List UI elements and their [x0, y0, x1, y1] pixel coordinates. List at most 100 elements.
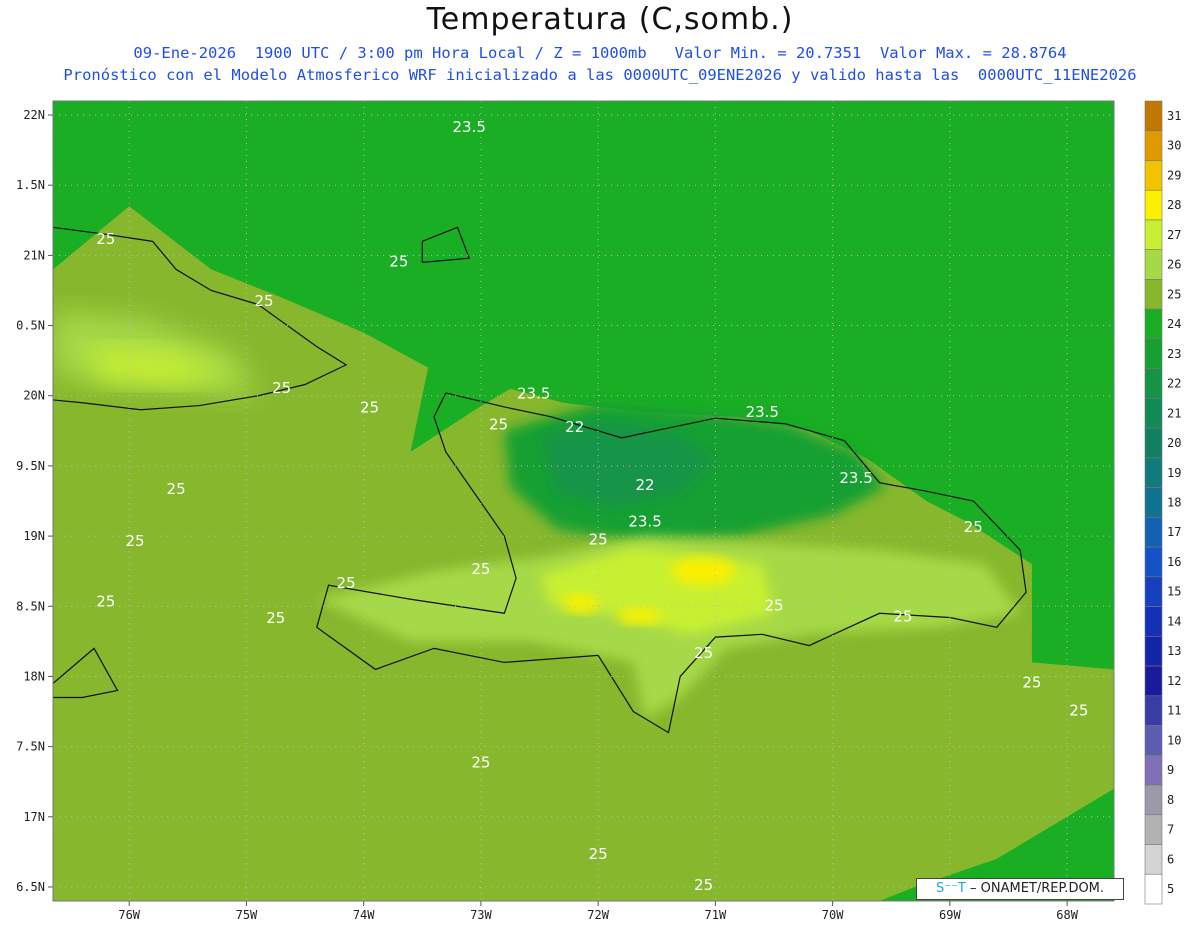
- x-tick-label: 76W: [118, 908, 140, 922]
- colorbar-label: 18: [1167, 496, 1181, 510]
- contour-label: 25: [489, 415, 508, 433]
- y-tick-label: 18N: [23, 669, 45, 683]
- contour-label: 25: [254, 292, 273, 310]
- contour-label: 25: [1022, 674, 1041, 692]
- y-tick-label: 21N: [23, 248, 45, 262]
- contour-label: 25: [893, 608, 912, 626]
- x-tick-label: 73W: [470, 908, 492, 922]
- colorbar-label: 9: [1167, 763, 1174, 777]
- colorbar-label: 10: [1167, 733, 1181, 747]
- field-region-28-c: [617, 608, 662, 625]
- colorbar-swatch: [1144, 338, 1163, 369]
- x-tick-label: 75W: [236, 908, 258, 922]
- x-tick-label: 74W: [353, 908, 375, 922]
- y-tick-label: 7.5N: [16, 740, 45, 754]
- contour-label: 25: [764, 596, 783, 614]
- contour-label: 25: [471, 560, 490, 578]
- colorbar-swatch: [1144, 427, 1163, 459]
- credit-text: – ONAMET/REP.DOM.: [970, 881, 1105, 896]
- colorbar-label: 23: [1167, 347, 1181, 361]
- colorbar-label: 15: [1167, 585, 1181, 599]
- contour-label: 25: [1069, 702, 1088, 720]
- colorbar-swatch: [1144, 844, 1163, 875]
- contour-label: 25: [96, 230, 115, 248]
- colorbar-label: 22: [1167, 377, 1181, 391]
- temperature-map: 23.5 25 25 25 25 25 23.5 25 22 23.5 22 23.5 25 25 23.5…: [16, 100, 1181, 922]
- colorbar-swatch: [1144, 636, 1163, 667]
- colorbar-label: 21: [1167, 406, 1181, 420]
- colorbar-swatch: [1144, 219, 1163, 251]
- contour-label: 25: [964, 518, 983, 536]
- contour-label: 25: [266, 609, 285, 627]
- contour-label: 25: [360, 399, 379, 417]
- x-tick-label: 68W: [1056, 908, 1078, 922]
- field-region-28-a: [671, 557, 736, 586]
- colorbar-swatch: [1144, 279, 1163, 310]
- colorbar-swatch: [1144, 189, 1163, 221]
- y-tick-label: 6.5N: [16, 880, 45, 894]
- colorbar-label: 24: [1167, 317, 1181, 331]
- contour-label: 22: [565, 418, 584, 436]
- contour-label: 25: [694, 644, 713, 662]
- colorbar-label: 11: [1167, 704, 1181, 718]
- colorbar-swatch: [1144, 308, 1163, 340]
- colorbar-label: 7: [1167, 823, 1174, 837]
- colorbar-swatch: [1144, 249, 1163, 280]
- y-tick-label: 1.5N: [16, 178, 45, 192]
- colorbar-label: 31: [1167, 109, 1181, 123]
- colorbar-label: 29: [1167, 168, 1181, 182]
- onamet-credit: S⁻⁻T – ONAMET/REP.DOM.: [916, 878, 1124, 900]
- colorbar-label: 5: [1167, 882, 1174, 896]
- colorbar-swatch: [1144, 130, 1163, 161]
- colorbar-swatch: [1144, 487, 1163, 518]
- y-tick-label: 19N: [23, 529, 45, 543]
- contour-label: 23.5: [452, 118, 485, 136]
- contour-label: 23.5: [746, 403, 779, 421]
- contour-label: 23.5: [839, 469, 872, 487]
- contour-label: 25: [471, 754, 490, 772]
- colorbar-swatch: [1144, 398, 1163, 429]
- contour-label: 23.5: [628, 512, 661, 530]
- contour-label: 25: [389, 253, 408, 271]
- contour-label: 25: [126, 532, 145, 550]
- colorbar-swatch: [1144, 754, 1163, 786]
- contour-label: 25: [167, 480, 186, 498]
- colorbar-swatch: [1144, 665, 1163, 697]
- contour-label: 22: [636, 476, 655, 494]
- y-tick-label: 9.5N: [16, 459, 45, 473]
- x-tick-label: 72W: [587, 908, 609, 922]
- colorbar-label: 6: [1167, 852, 1174, 866]
- colorbar-label: 19: [1167, 466, 1181, 480]
- x-tick-label: 70W: [822, 908, 844, 922]
- colorbar-swatch: [1144, 873, 1163, 905]
- colorbar-label: 30: [1167, 139, 1181, 153]
- colorbar-label: 28: [1167, 198, 1181, 212]
- y-tick-label: 22N: [23, 108, 45, 122]
- colorbar-swatch: [1144, 576, 1163, 607]
- colorbar-swatch: [1144, 160, 1163, 191]
- colorbar: 31 30 29 28 27 26 25 24 23 22 21 20 19 18 17 16 15 14 13 12…: [1144, 100, 1181, 905]
- temperature-field: [53, 101, 1114, 901]
- x-tick-label: 71W: [705, 908, 727, 922]
- y-tick-label: 8.5N: [16, 599, 45, 613]
- onamet-logo: S⁻⁻T: [935, 881, 966, 896]
- colorbar-label: 14: [1167, 614, 1181, 628]
- colorbar-label: 26: [1167, 258, 1181, 272]
- y-tick-label: 20N: [23, 389, 45, 403]
- contour-label: 25: [272, 379, 291, 397]
- colorbar-label: 16: [1167, 555, 1181, 569]
- colorbar-label: 17: [1167, 525, 1181, 539]
- field-region-28-b: [562, 594, 599, 613]
- y-tick-label: 0.5N: [16, 319, 45, 333]
- colorbar-swatch: [1144, 606, 1163, 637]
- colorbar-swatch: [1144, 100, 1163, 132]
- contour-label: 25: [589, 531, 608, 549]
- colorbar-label: 8: [1167, 793, 1174, 807]
- colorbar-label: 12: [1167, 674, 1181, 688]
- contour-label: 25: [694, 876, 713, 894]
- y-tick-label: 17N: [23, 810, 45, 824]
- colorbar-label: 25: [1167, 287, 1181, 301]
- contour-label: 25: [589, 845, 608, 863]
- colorbar-swatch: [1144, 457, 1163, 488]
- colorbar-swatch: [1144, 814, 1163, 845]
